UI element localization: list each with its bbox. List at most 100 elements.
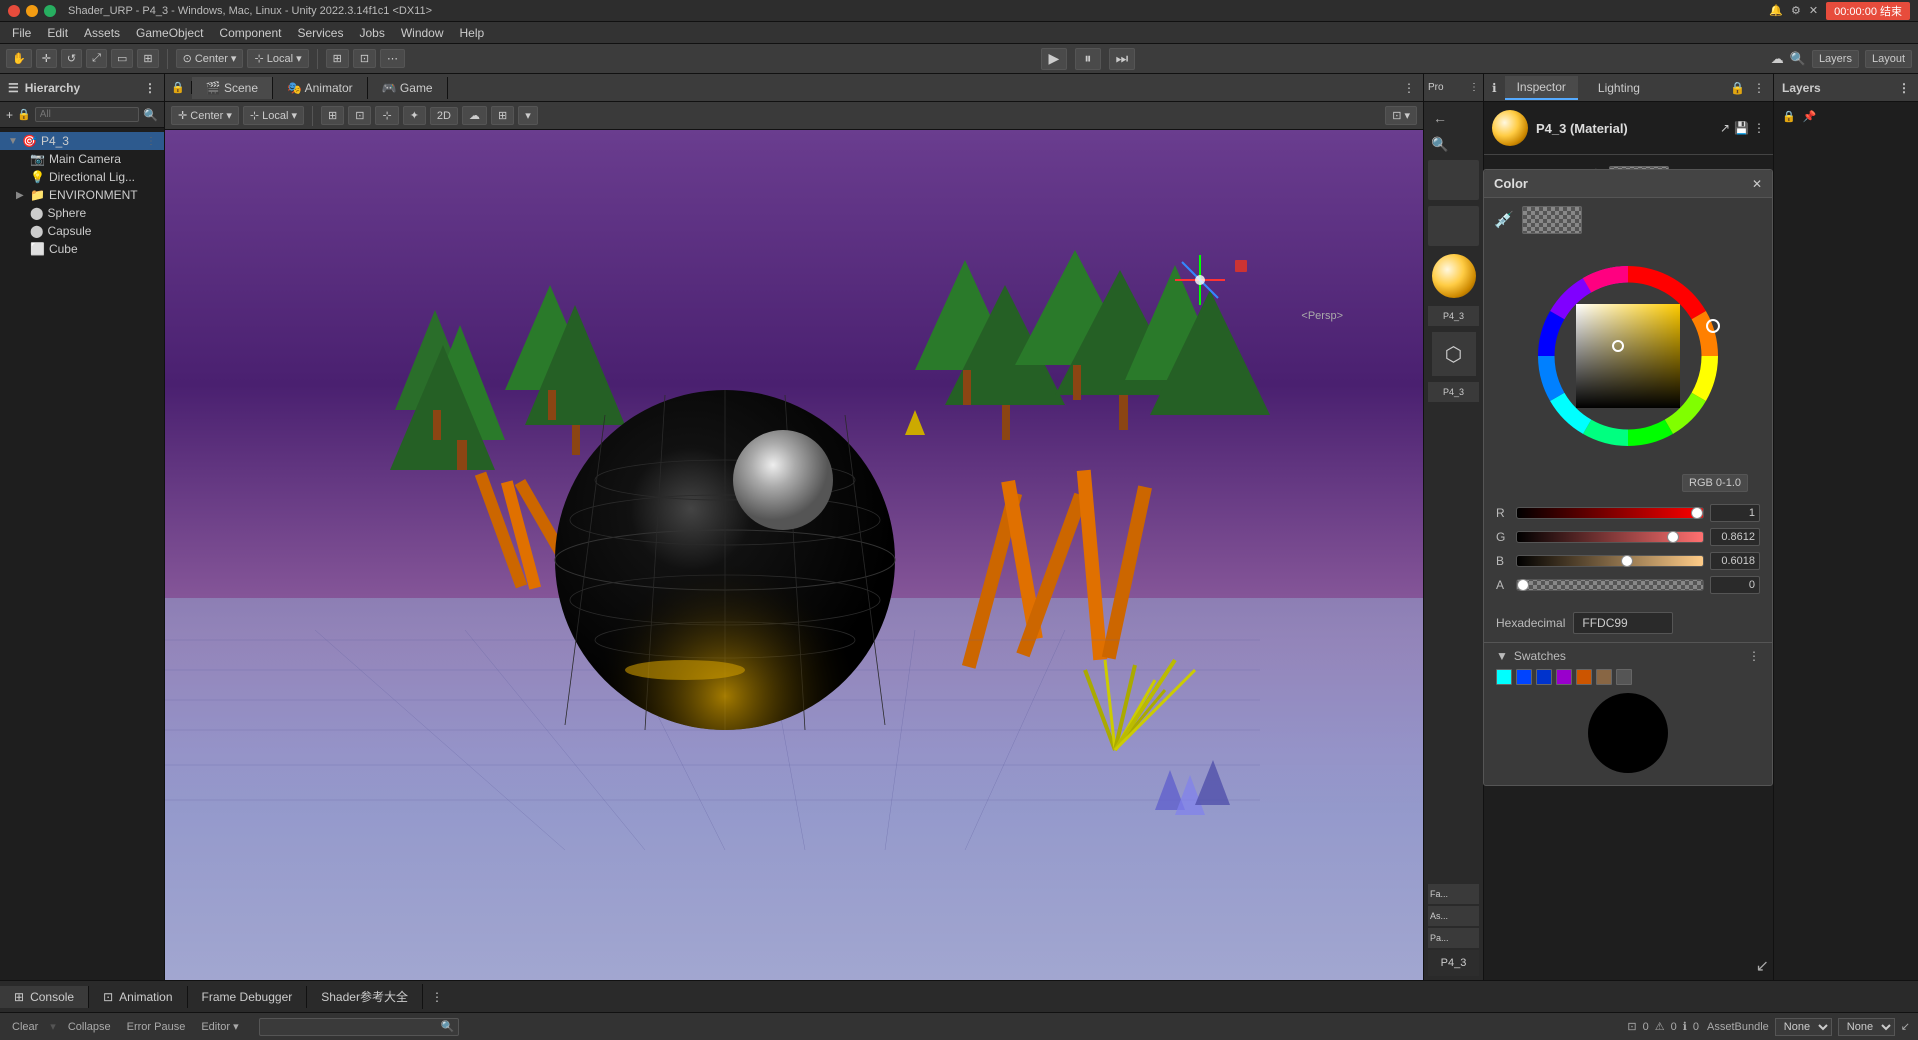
scene-fx-button[interactable]: ✦: [403, 106, 426, 125]
tab-animator[interactable]: 🎭 Animator: [273, 77, 368, 99]
tab-inspector[interactable]: Inspector: [1505, 76, 1578, 100]
tree-item-maincamera[interactable]: 📷 Main Camera: [0, 150, 164, 168]
swatches-menu-icon[interactable]: ⋮: [1748, 649, 1760, 663]
material-save-icon[interactable]: 💾: [1734, 121, 1749, 135]
layers-button[interactable]: Layers: [1812, 50, 1859, 68]
collab-icon[interactable]: ☁: [1771, 51, 1784, 67]
tab-frame-debugger[interactable]: Frame Debugger: [188, 986, 308, 1008]
cp-g-value[interactable]: [1710, 528, 1760, 546]
inspector-menu-icon[interactable]: ⋮: [1753, 81, 1765, 95]
pause-button[interactable]: ⏸: [1075, 48, 1101, 70]
menu-window[interactable]: Window: [393, 24, 452, 42]
settings-icon[interactable]: ⚙: [1791, 4, 1801, 17]
step-button[interactable]: ⏭: [1109, 48, 1135, 70]
layers-icon[interactable]: ⋮: [1898, 81, 1910, 95]
cp-a-slider[interactable]: [1516, 579, 1704, 591]
tree-options-p43[interactable]: ⋮: [146, 136, 156, 147]
swatch-cyan[interactable]: [1496, 669, 1512, 685]
tool-hand[interactable]: ✋: [6, 49, 32, 68]
tool-scale[interactable]: ⤢: [86, 49, 107, 68]
cp-eyedropper-icon[interactable]: 💉: [1494, 210, 1514, 230]
close-button[interactable]: [8, 5, 20, 17]
scene-grid-toggle[interactable]: ⊞: [321, 106, 344, 125]
scene-view-button[interactable]: ⊡ ▾: [1385, 106, 1417, 125]
assets-strip-icon[interactable]: ⋮: [1469, 82, 1479, 93]
folder-preview2[interactable]: [1428, 206, 1479, 246]
tool-rect[interactable]: ▭: [111, 49, 133, 68]
swatch-darkblue[interactable]: [1536, 669, 1552, 685]
tab-animation[interactable]: ⊡ Animation: [89, 986, 187, 1008]
scene-viewport[interactable]: <Persp>: [165, 130, 1423, 980]
tree-item-environment[interactable]: ▶ 📁 ENVIRONMENT: [0, 186, 164, 204]
play-button[interactable]: ▶: [1041, 48, 1067, 70]
folder-pa[interactable]: Pa...: [1428, 928, 1479, 948]
tool-all[interactable]: ⊞: [137, 49, 158, 68]
scene-extra-button[interactable]: ▾: [518, 106, 538, 125]
recording-timer[interactable]: 00:00:00 结束: [1826, 2, 1910, 20]
scene-audio-button[interactable]: ⊹: [375, 106, 398, 125]
cp-a-value[interactable]: [1710, 576, 1760, 594]
material-menu-icon[interactable]: ⋮: [1753, 121, 1765, 135]
3d-preview-icon[interactable]: ⬡: [1432, 332, 1476, 376]
scene-2d-button[interactable]: 2D: [430, 107, 458, 125]
swatch-orange[interactable]: [1576, 669, 1592, 685]
inspector-lock-icon[interactable]: 🔒: [1730, 81, 1745, 95]
scene-render-toggle[interactable]: ⊡: [348, 106, 371, 125]
pivot-center-button[interactable]: ⊙ Center ▾: [176, 49, 244, 68]
layers-lock[interactable]: 🔒: [1782, 111, 1796, 123]
minimize-button[interactable]: [26, 5, 38, 17]
hierarchy-lock-icon[interactable]: 🔒: [17, 108, 31, 121]
swatch-brown[interactable]: [1596, 669, 1612, 685]
scene-menu-icon[interactable]: ⋮: [1395, 81, 1423, 95]
cp-hex-input[interactable]: [1573, 612, 1673, 634]
swatch-purple[interactable]: [1556, 669, 1572, 685]
grid-button[interactable]: ⊡: [353, 49, 376, 68]
menu-gameobject[interactable]: GameObject: [128, 24, 211, 42]
swatch-grey[interactable]: [1616, 669, 1632, 685]
gizmo-close[interactable]: [1235, 260, 1247, 272]
asset-bundle-select1[interactable]: None: [1775, 1018, 1832, 1036]
menu-file[interactable]: File: [4, 24, 39, 42]
tab-console[interactable]: ⊞ Console: [0, 986, 89, 1008]
cp-b-slider[interactable]: [1516, 555, 1704, 567]
scene-space-button[interactable]: ⊹ Local ▾: [243, 106, 304, 125]
scene-stats-button[interactable]: ☁: [462, 106, 487, 125]
cp-r-value[interactable]: [1710, 504, 1760, 522]
menu-assets[interactable]: Assets: [76, 24, 128, 42]
scene-lock-icon[interactable]: 🔒: [171, 81, 185, 94]
color-wheel-container[interactable]: [1528, 256, 1728, 456]
status-expand-icon[interactable]: ↙: [1901, 1020, 1910, 1033]
tab-scene[interactable]: 🎬 Scene: [192, 77, 273, 99]
cp-g-slider[interactable]: [1516, 531, 1704, 543]
cp-format-button[interactable]: RGB 0-1.0: [1682, 474, 1748, 492]
hierarchy-filter-icon[interactable]: 🔍: [143, 108, 158, 122]
cp-b-value[interactable]: [1710, 552, 1760, 570]
menu-help[interactable]: Help: [452, 24, 493, 42]
menu-jobs[interactable]: Jobs: [351, 24, 392, 42]
close-icon[interactable]: ✕: [1809, 4, 1818, 17]
hierarchy-add-icon[interactable]: +: [6, 108, 13, 122]
layers-pin[interactable]: 📌: [1803, 111, 1817, 123]
tree-item-dirlight[interactable]: 💡 Directional Lig...: [0, 168, 164, 186]
menu-services[interactable]: Services: [289, 24, 351, 42]
minimize-icon[interactable]: 🔔: [1769, 4, 1783, 17]
tool-move[interactable]: ✛: [36, 49, 57, 68]
tab-shader-ref[interactable]: Shader参考大全: [307, 984, 423, 1009]
tree-item-capsule[interactable]: ⬤ Capsule: [0, 222, 164, 240]
asset-bundle-select2[interactable]: None: [1838, 1018, 1895, 1036]
hierarchy-search[interactable]: [35, 107, 139, 122]
nav-forward-icon[interactable]: 🔍: [1428, 132, 1452, 156]
tree-item-sphere[interactable]: ⬤ Sphere: [0, 204, 164, 222]
search-icon[interactable]: 🔍: [1790, 51, 1806, 67]
nav-back-icon[interactable]: ←: [1428, 106, 1452, 130]
hierarchy-menu-icon[interactable]: ⋮: [144, 81, 156, 95]
folder-preview1[interactable]: [1428, 160, 1479, 200]
tree-item-cube[interactable]: ⬜ Cube: [0, 240, 164, 258]
extra-button[interactable]: ⋯: [380, 49, 405, 68]
scene-pivot-button[interactable]: ✛ Center ▾: [171, 106, 239, 125]
cp-bottom-arrow[interactable]: ↙: [1756, 956, 1769, 976]
folder-fa[interactable]: Fa...: [1428, 884, 1479, 904]
collapse-button[interactable]: Collapse: [64, 1019, 115, 1035]
editor-button[interactable]: Editor ▾: [197, 1018, 242, 1035]
tree-item-p43[interactable]: ▼ 🎯 P4_3 ⋮: [0, 132, 164, 150]
